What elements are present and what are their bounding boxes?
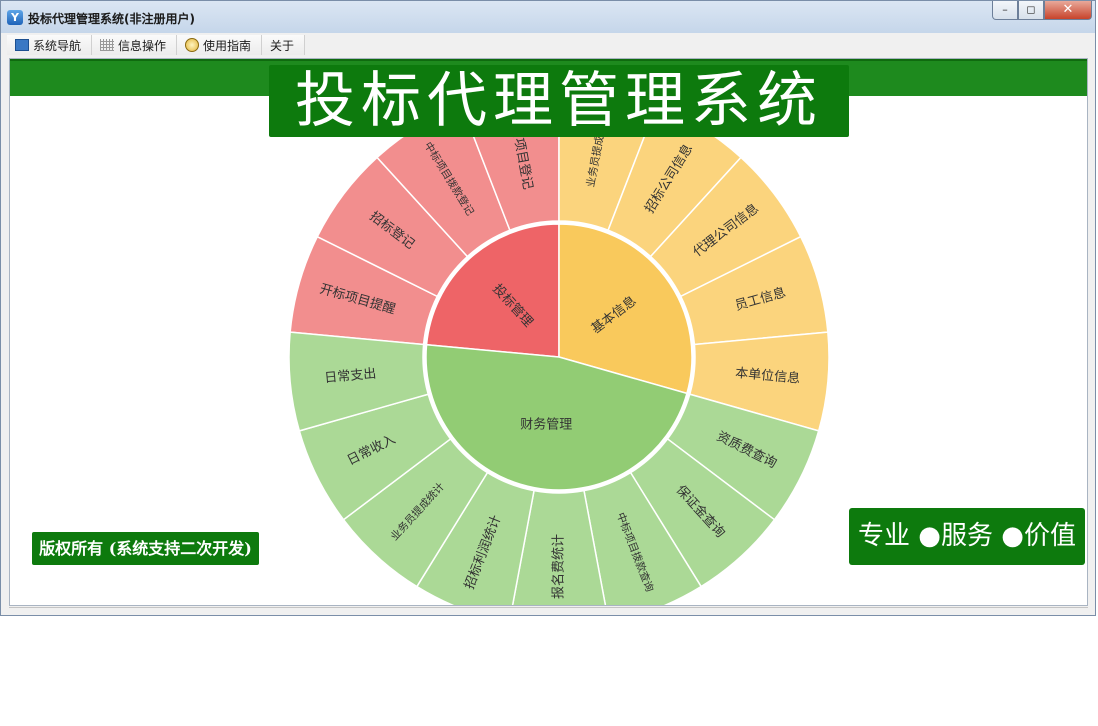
minimize-button[interactable]: – xyxy=(992,1,1018,20)
main-content: 投标管理 开标项目提醒 招标登记 中标项目拨款登记 报名项目登记 基本信息 业务员提成设置招… xyxy=(9,58,1088,606)
copyright-badge: 版权所有 (系统支持二次开发) xyxy=(32,532,259,565)
menu-user-guide[interactable]: 使用指南 xyxy=(177,35,263,55)
menu-about[interactable]: 关于 xyxy=(262,35,306,55)
menu-info-ops[interactable]: 信息操作 xyxy=(92,35,178,55)
grid-icon xyxy=(100,39,115,51)
maximize-button[interactable]: ◻ xyxy=(1018,1,1044,20)
system-title-banner: 投标代理管理系统 xyxy=(269,65,849,137)
menu-label: 使用指南 xyxy=(203,38,252,53)
app-logo-icon: Y xyxy=(7,10,23,25)
status-bar xyxy=(9,607,1088,614)
menu-label: 系统导航 xyxy=(33,38,82,53)
close-button[interactable]: ✕ xyxy=(1044,1,1092,20)
window-controls: – ◻ ✕ xyxy=(992,1,1092,21)
menu-label: 信息操作 xyxy=(118,38,167,53)
sunburst-group-label: 财务管理 xyxy=(520,416,572,432)
nav-window-icon xyxy=(15,39,29,51)
sunburst-leaf-label: 报名费统计 xyxy=(551,534,567,599)
app-window: Y 投标代理管理系统(非注册用户) – ◻ ✕ 系统导航 信息操作 使用指南 关… xyxy=(0,0,1096,616)
menu-system-nav[interactable]: 系统导航 xyxy=(7,35,93,55)
menu-bar: 系统导航 信息操作 使用指南 关于 xyxy=(7,35,1089,55)
menu-label: 关于 xyxy=(270,38,295,53)
slogan-badge: 专业 ●服务 ●价值 xyxy=(849,508,1085,565)
title-bar[interactable]: Y 投标代理管理系统(非注册用户) – ◻ ✕ xyxy=(1,1,1095,33)
smiley-icon xyxy=(185,38,200,52)
window-title: 投标代理管理系统(非注册用户) xyxy=(28,12,195,26)
